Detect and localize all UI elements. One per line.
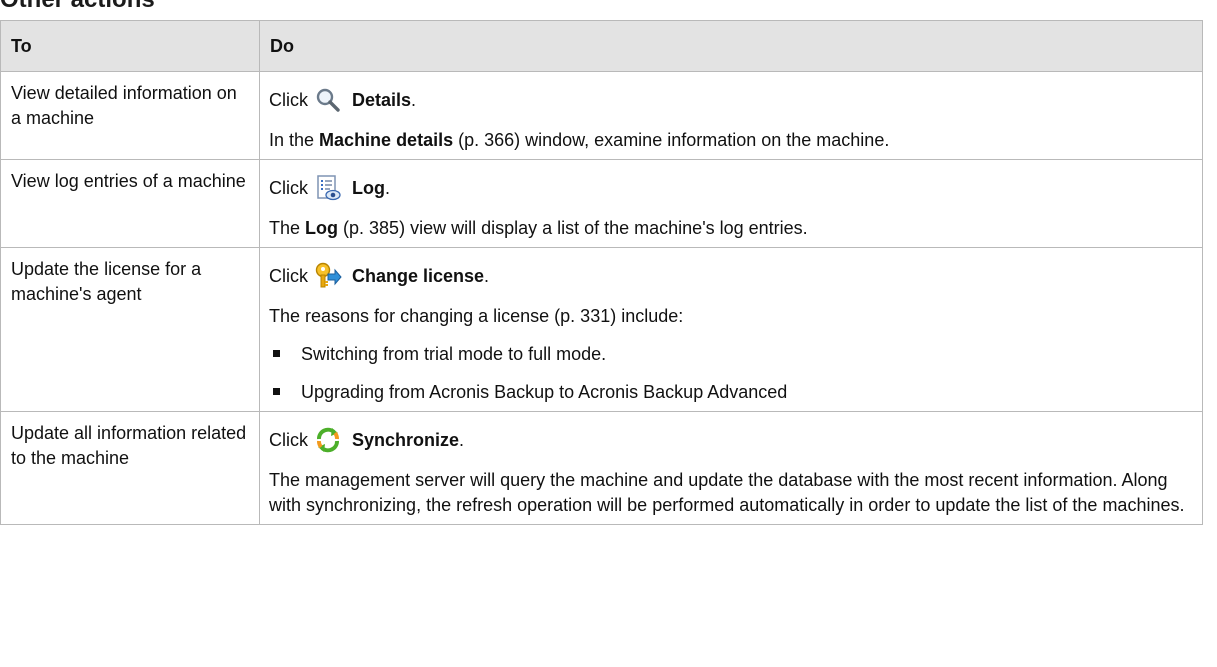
actions-table: To Do View detailed information on a mac… — [0, 20, 1203, 525]
click-instruction: Click Log. — [269, 169, 1193, 203]
action-suffix: . — [385, 177, 391, 198]
desc-text: (p. 366) window, examine information on … — [453, 130, 890, 150]
synchronize-icon[interactable] — [314, 426, 342, 454]
action-suffix: . — [411, 89, 417, 110]
row-goal-text: Update the license for a machine's agent — [11, 259, 202, 304]
row-goal: Update all information related to the ma… — [0, 411, 260, 525]
row-action-cell: Click Log. The Log (p. 385) view will di… — [259, 159, 1203, 248]
click-instruction: Click Synchronize. — [269, 421, 1193, 455]
click-instruction: Click Change license. — [269, 257, 1193, 291]
list-item: Switching from trial mode to full mode. — [269, 342, 1193, 367]
table-row: View detailed information on a machine C… — [0, 71, 1203, 160]
row-description: The reasons for changing a license (p. 3… — [269, 306, 684, 326]
details-action-label: Details — [352, 89, 412, 110]
row-goal: View detailed information on a machine — [0, 71, 260, 160]
table-row: Update all information related to the ma… — [0, 411, 1203, 525]
desc-text: (p. 385) view will display a list of the… — [338, 218, 808, 238]
desc-text: The — [269, 218, 306, 238]
table-row: Update the license for a machine's agent… — [0, 247, 1203, 412]
log-action-label: Log — [352, 177, 385, 198]
magnifier-icon[interactable] — [314, 86, 342, 114]
log-link-text: Log — [305, 218, 339, 238]
log-icon[interactable] — [314, 174, 342, 202]
click-label: Click — [269, 89, 308, 110]
change-license-action-label: Change license — [352, 265, 485, 286]
row-description: In the Machine details (p. 366) window, … — [269, 128, 1193, 153]
row-goal-text: View log entries of a machine — [11, 171, 246, 191]
machine-details-link-text: Machine details — [319, 130, 454, 150]
column-header-to: To — [0, 20, 260, 72]
row-action-cell: Click Synchronize. The management server… — [259, 411, 1203, 525]
row-description: The Log (p. 385) view will display a lis… — [269, 216, 1193, 241]
column-header-do: Do — [259, 20, 1203, 72]
row-action-cell: Click Change license. The reasons for ch… — [259, 247, 1203, 412]
click-instruction: Click Details. — [269, 81, 1193, 115]
row-goal-text: View detailed information on a machine — [11, 83, 237, 128]
table-row: View log entries of a machine Click Log … — [0, 159, 1203, 248]
table-header-row: To Do — [0, 20, 1203, 72]
click-label: Click — [269, 177, 308, 198]
row-action-cell: Click Details. In the Machine details (p… — [259, 71, 1203, 160]
click-label: Click — [269, 429, 308, 450]
section-heading: Other actions — [0, 0, 155, 14]
row-goal: Update the license for a machine's agent — [0, 247, 260, 412]
desc-text: In the — [269, 130, 320, 150]
action-suffix: . — [484, 265, 490, 286]
list-item: Upgrading from Acronis Backup to Acronis… — [269, 380, 1193, 405]
action-suffix: . — [459, 429, 465, 450]
key-license-icon[interactable] — [314, 262, 342, 290]
reasons-list: Switching from trial mode to full mode. … — [269, 342, 1193, 405]
row-goal: View log entries of a machine — [0, 159, 260, 248]
row-description: The management server will query the mac… — [269, 470, 1185, 515]
click-label: Click — [269, 265, 308, 286]
row-goal-text: Update all information related to the ma… — [11, 423, 247, 468]
synchronize-action-label: Synchronize — [352, 429, 460, 450]
